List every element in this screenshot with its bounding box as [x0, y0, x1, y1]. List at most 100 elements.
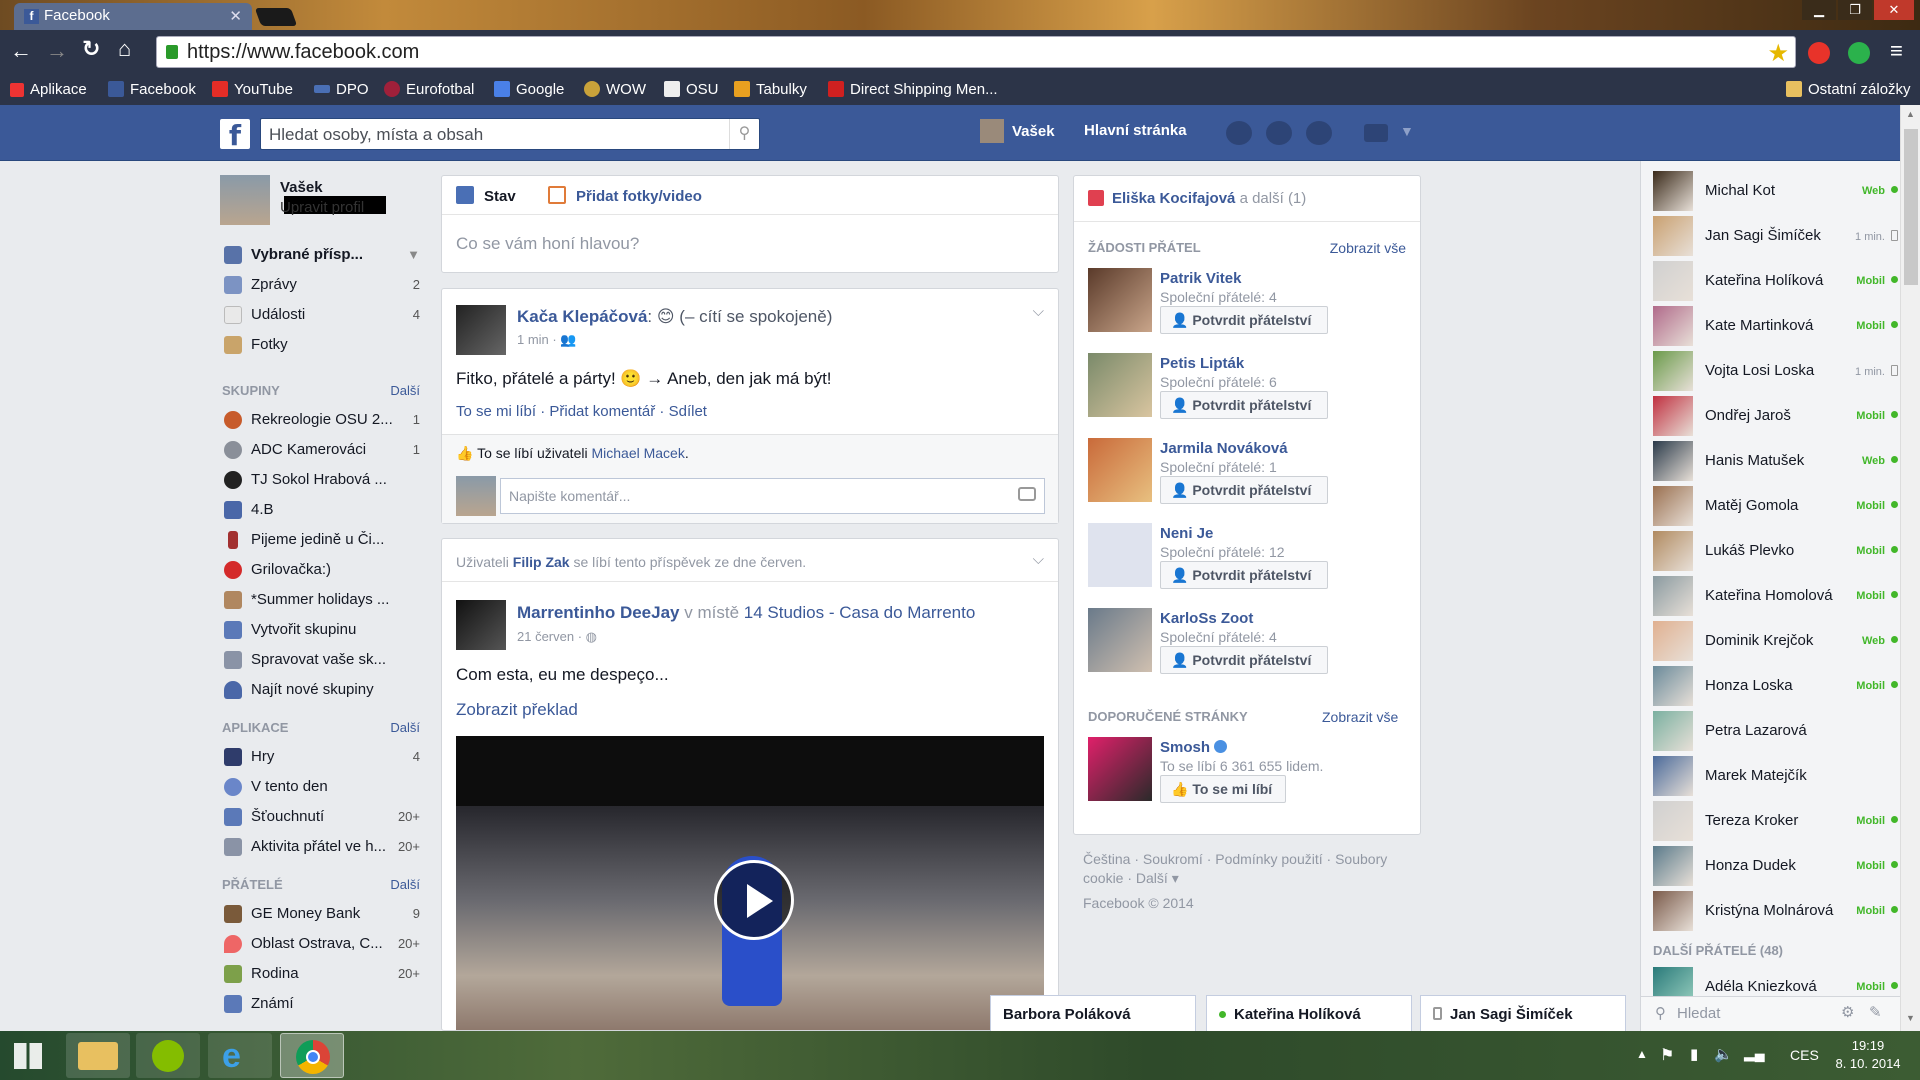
chat-friend[interactable]: Marek Matejčík [1653, 756, 1898, 800]
chat-friend[interactable]: Petra Lazarová [1653, 711, 1898, 755]
find-groups-link[interactable]: Najít nové skupiny [220, 678, 420, 704]
chat-friend[interactable]: Lukáš Plevko Mobil [1653, 531, 1898, 575]
chevron-down-icon[interactable]: ▼ [407, 247, 420, 262]
windows-start-icon[interactable] [14, 1043, 42, 1069]
chat-friend[interactable]: Michal Kot Web [1653, 171, 1898, 215]
mutual-friends[interactable]: Společní přátelé: 4 [1160, 289, 1277, 305]
apps-more-link[interactable]: Další [390, 720, 420, 735]
request-name[interactable]: KarloSs Zoot [1160, 610, 1253, 627]
power-icon[interactable]: ▮ [1690, 1045, 1698, 1063]
bookmark-osu[interactable]: OSU [664, 81, 719, 98]
chevron-down-icon[interactable]: ⌵ [1033, 303, 1044, 320]
story-user-link[interactable]: Filip Zak [513, 554, 570, 570]
friend-requests-icon[interactable] [1226, 121, 1252, 145]
privacy-shortcuts-icon[interactable] [1364, 124, 1388, 142]
profile-picture[interactable] [220, 175, 270, 225]
comment-link[interactable]: Přidat komentář [549, 403, 655, 420]
volume-icon[interactable]: 🔈 [1714, 1045, 1733, 1063]
confirm-friend-button[interactable]: 👤 Potvrdit přátelství [1160, 391, 1328, 419]
extension-icon[interactable] [1808, 42, 1830, 64]
bookmark-other[interactable]: Ostatní záložky [1786, 81, 1911, 98]
address-bar[interactable]: https://www.facebook.com ★ [156, 36, 1796, 68]
bookmark-dpo[interactable]: DPO [314, 81, 369, 98]
footer-links[interactable]: Čeština · Soukromí · Podmínky použití · … [1083, 850, 1423, 888]
confirm-friend-button[interactable]: 👤 Potvrdit přátelství [1160, 306, 1328, 334]
request-name[interactable]: Neni Je [1160, 525, 1213, 542]
gear-icon[interactable]: ⚙ [1841, 1003, 1854, 1021]
sidebar-item-friend-list[interactable]: Rodina 20+ [220, 962, 420, 988]
chat-friend[interactable]: Honza Loska Mobil [1653, 666, 1898, 710]
sidebar-item-games-activity[interactable]: Aktivita přátel ve h... 20+ [220, 835, 420, 861]
request-name[interactable]: Jarmila Nováková [1160, 440, 1288, 457]
action-center-icon[interactable]: ⚑ [1660, 1045, 1674, 1065]
sidebar-item-group[interactable]: ADC Kamerováci 1 [220, 438, 420, 464]
chat-friend[interactable]: Kateřina Homolová Mobil [1653, 576, 1898, 620]
chevron-down-icon[interactable]: ⌵ [1033, 551, 1044, 568]
chat-friend[interactable]: Dominik Krejčok Web [1653, 621, 1898, 665]
sidebar-item-photos[interactable]: Fotky [220, 333, 420, 359]
page-name[interactable]: Smosh [1160, 739, 1228, 756]
author-avatar[interactable] [456, 305, 506, 355]
bookmark-apps[interactable]: Aplikace [10, 81, 87, 98]
see-all-requests-link[interactable]: Zobrazit vše [1330, 240, 1406, 256]
groups-more-link[interactable]: Další [390, 383, 420, 398]
sidebar-item-messages[interactable]: Zprávy 2 [220, 273, 420, 299]
page-scrollbar[interactable]: ▲ ▼ [1900, 105, 1920, 1031]
chat-friend[interactable]: Vojta Losi Loska 1 min. [1653, 351, 1898, 395]
sidebar-item-group[interactable]: Rekreologie OSU 2... 1 [220, 408, 420, 434]
sidebar-item-group[interactable]: TJ Sokol Hrabová ... [220, 468, 420, 494]
like-link[interactable]: To se mi líbí [456, 403, 536, 420]
new-tab-button[interactable] [254, 8, 298, 26]
see-translation-link[interactable]: Zobrazit překlad [456, 700, 578, 720]
bookmark-wow[interactable]: WOW [584, 81, 646, 98]
mutual-friends[interactable]: Společní přátelé: 12 [1160, 544, 1285, 560]
close-tab-icon[interactable]: ✕ [229, 7, 242, 25]
default-avatar-icon[interactable] [1088, 523, 1152, 587]
sidebar-item-friend-list[interactable]: Oblast Ostrava, C... 20+ [220, 932, 420, 958]
chat-friend[interactable]: Ondřej Jaroš Mobil [1653, 396, 1898, 440]
confirm-friend-button[interactable]: 👤 Potvrdit přátelství [1160, 476, 1328, 504]
minimize-button[interactable]: ▁ [1802, 0, 1836, 20]
bookmark-tabulky[interactable]: Tabulky [734, 81, 807, 98]
chat-friend[interactable]: Jan Sagi Šimíček 1 min. [1653, 216, 1898, 260]
sidebar-item-group[interactable]: Pijeme jedině u Či... [220, 528, 420, 554]
network-icon[interactable]: ▂▄ [1744, 1045, 1765, 1062]
messages-icon[interactable] [1266, 121, 1292, 145]
place-link[interactable]: 14 Studios - Casa do Marrento [744, 603, 976, 622]
share-link[interactable]: Sdílet [669, 403, 707, 420]
camera-icon[interactable] [1018, 487, 1036, 501]
mutual-friends[interactable]: Společní přátelé: 6 [1160, 374, 1277, 390]
tab-status[interactable]: Stav [456, 186, 516, 205]
chat-friend[interactable]: Kristýna Molnárová Mobil [1653, 891, 1898, 935]
restore-button[interactable]: ❐ [1838, 0, 1872, 20]
chat-friend[interactable]: Kate Martinková Mobil [1653, 306, 1898, 350]
sidebar-item-friend-list[interactable]: Známí [220, 992, 420, 1018]
forward-icon[interactable]: → [46, 38, 68, 64]
compose-icon[interactable]: ✎ [1869, 1003, 1882, 1021]
comment-input[interactable]: Napište komentář... [500, 478, 1045, 514]
bookmark-direct-shipping[interactable]: Direct Shipping Men... [828, 81, 998, 98]
confirm-friend-button[interactable]: 👤 Potvrdit přátelství [1160, 561, 1328, 589]
facebook-logo-icon[interactable]: f [220, 119, 250, 152]
notifications-icon[interactable] [1306, 121, 1332, 145]
bookmark-google[interactable]: Google [494, 81, 564, 98]
taskbar-spotify[interactable] [136, 1033, 200, 1078]
chat-search[interactable]: ⚲ Hledat ⚙ ✎ [1641, 996, 1900, 1031]
sidebar-item-friend-list[interactable]: GE Money Bank 9 [220, 902, 420, 928]
friends-more-link[interactable]: Další [390, 877, 420, 892]
sidebar-item-events[interactable]: Události 4 [220, 303, 420, 329]
back-icon[interactable]: ← [10, 38, 32, 64]
author-avatar[interactable] [456, 600, 506, 650]
post-time[interactable]: 21 červen · ◍ [517, 629, 597, 645]
scrollbar-thumb[interactable] [1904, 129, 1918, 285]
bookmark-facebook[interactable]: Facebook [108, 81, 196, 98]
chat-friend[interactable]: Matěj Gomola Mobil [1653, 486, 1898, 530]
sidebar-item-group[interactable]: *Summer holidays ... [220, 588, 420, 614]
smosh-logo[interactable] [1088, 737, 1152, 801]
confirm-friend-button[interactable]: 👤 Potvrdit přátelství [1160, 646, 1328, 674]
reload-icon[interactable]: ↻ [82, 36, 100, 62]
manage-groups-link[interactable]: Spravovat vaše sk... [220, 648, 420, 674]
scroll-up-icon[interactable]: ▲ [1906, 109, 1915, 119]
chat-friend[interactable]: Tereza Kroker Mobil [1653, 801, 1898, 845]
create-group-link[interactable]: Vytvořit skupinu [220, 618, 420, 644]
